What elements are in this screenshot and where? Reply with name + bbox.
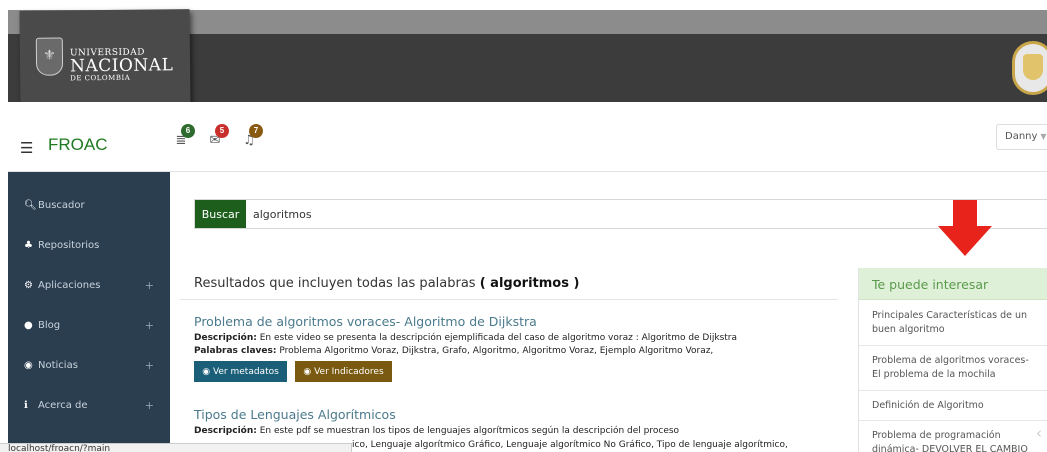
recommendation-item[interactable]: Definición de Algoritmo (859, 391, 1047, 421)
keywords-label: Palabras claves: (194, 346, 277, 356)
sidebar-item-noticias[interactable]: ◉ Noticias + (8, 346, 170, 386)
sidebar-item-label: Buscador (38, 200, 85, 211)
keywords-text: ico, Lenguaje algorítmico Gráfico, Lengu… (352, 440, 788, 450)
view-indicators-label: Ver Indicadores (314, 366, 384, 377)
keywords-text: Problema Algoritmo Voraz, Dijkstra, Graf… (279, 346, 714, 356)
rss-icon: ◉ (24, 360, 33, 371)
info-icon: ℹ (24, 400, 28, 411)
plus-icon: + (144, 279, 154, 292)
envelope-icon[interactable]: ✉ 5 (207, 124, 229, 149)
sidebar-item-label: Acerca de (38, 400, 88, 411)
search-input[interactable] (253, 203, 1033, 225)
eye-icon: ◉ (303, 366, 312, 377)
view-metadata-label: Ver metadatos (212, 366, 279, 377)
logo-text: UNIVERSIDAD NACIONAL DE COLOMBIA (69, 47, 174, 83)
recommendations-panel: Te puede interesar Principales Caracterí… (858, 268, 1047, 452)
tasks-icon[interactable]: ≣ 6 (173, 124, 195, 149)
menu-icon[interactable]: ☰ (20, 139, 33, 157)
description-label: Descripción: (194, 426, 257, 436)
sidebar-item-acerca[interactable]: ℹ Acerca de + (8, 386, 170, 426)
results-query: ( algoritmos ) (479, 276, 580, 291)
view-indicators-button[interactable]: ◉ Ver Indicadores (295, 361, 392, 382)
result-title[interactable]: Problema de algoritmos voraces- Algoritm… (194, 314, 537, 329)
arrow-down-icon (938, 200, 992, 256)
chevron-left-icon[interactable]: ‹ (1036, 424, 1042, 442)
recommendation-item[interactable]: Problema de programación dinámica- DEVOL… (859, 421, 1047, 452)
sidebar-item-label: Noticias (38, 360, 78, 371)
messages-badge: 5 (215, 124, 229, 138)
gears-icon: ⚙ (24, 280, 33, 291)
sidebar-item-label: Repositorios (38, 240, 100, 251)
seal-shield-icon (1023, 54, 1043, 80)
national-seal-icon (1012, 41, 1047, 95)
plus-icon: + (144, 359, 154, 372)
notifications-badge: 7 (249, 124, 263, 138)
shield-icon: ⚜ (35, 37, 64, 76)
sidebar-item-aplicaciones[interactable]: ⚙ Aplicaciones + (8, 266, 170, 306)
results-heading: Resultados que incluyen todas las palabr… (194, 276, 579, 291)
plus-icon: + (144, 319, 154, 332)
tasks-badge: 6 (181, 124, 195, 138)
top-nav: ☰ FROAC ≣ 6 ✉ 5 ♫ 7 Danny ▼ (8, 102, 1047, 172)
result-title[interactable]: Tipos de Lenguajes Algorítmicos (194, 407, 396, 422)
recommendations-heading: Te puede interesar (859, 268, 1047, 300)
user-menu[interactable]: Danny ▼ (996, 124, 1047, 150)
search-button[interactable]: Buscar (195, 200, 246, 228)
divider (180, 299, 838, 300)
description-text: En este pdf se muestran los tipos de len… (259, 426, 680, 436)
status-bar-url: localhost/froacn/?main (0, 443, 352, 452)
sidebar-item-blog[interactable]: ● Blog + (8, 306, 170, 346)
caret-down-icon: ▼ (1040, 132, 1047, 141)
sidebar-item-repositorios[interactable]: ♣ Repositorios (8, 226, 170, 266)
comment-icon: ● (24, 320, 33, 331)
eye-icon: ◉ (202, 366, 211, 377)
search-icon: 🔍︎ (24, 200, 37, 211)
sidebar-item-label: Aplicaciones (38, 280, 101, 291)
brand-title[interactable]: FROAC (48, 135, 108, 155)
bell-icon[interactable]: ♫ 7 (241, 124, 263, 149)
recommendation-item[interactable]: Problema de algoritmos voraces- El probl… (859, 346, 1047, 391)
result-description: Descripción: En este pdf se muestran los… (194, 426, 679, 436)
description-label: Descripción: (194, 333, 257, 343)
recommendation-item[interactable]: Principales Características de un buen a… (859, 301, 1047, 346)
sidebar-item-label: Blog (38, 320, 61, 331)
view-metadata-button[interactable]: ◉ Ver metadatos (194, 361, 287, 382)
results-heading-text: Resultados que incluyen todas las palabr… (194, 276, 476, 291)
description-text: En este video se presenta la descripción… (259, 333, 738, 343)
search-bar: Buscar (194, 199, 1047, 229)
result-description: Descripción: En este video se presenta l… (194, 333, 737, 343)
sitemap-icon: ♣ (24, 240, 33, 251)
result-keywords: ico, Lenguaje algorítmico Gráfico, Lengu… (352, 440, 788, 450)
university-logo[interactable]: ⚜ UNIVERSIDAD NACIONAL DE COLOMBIA (19, 9, 191, 109)
result-keywords: Palabras claves: Problema Algoritmo Vora… (194, 346, 713, 356)
user-name: Danny (1005, 131, 1038, 142)
sidebar: 🔍︎Buscador ♣ Repositorios ⚙ Aplicaciones + … (8, 172, 170, 452)
logo-line2: NACIONAL (69, 55, 174, 77)
plus-icon: + (144, 399, 154, 412)
sidebar-item-buscador[interactable]: 🔍︎Buscador (8, 186, 170, 226)
